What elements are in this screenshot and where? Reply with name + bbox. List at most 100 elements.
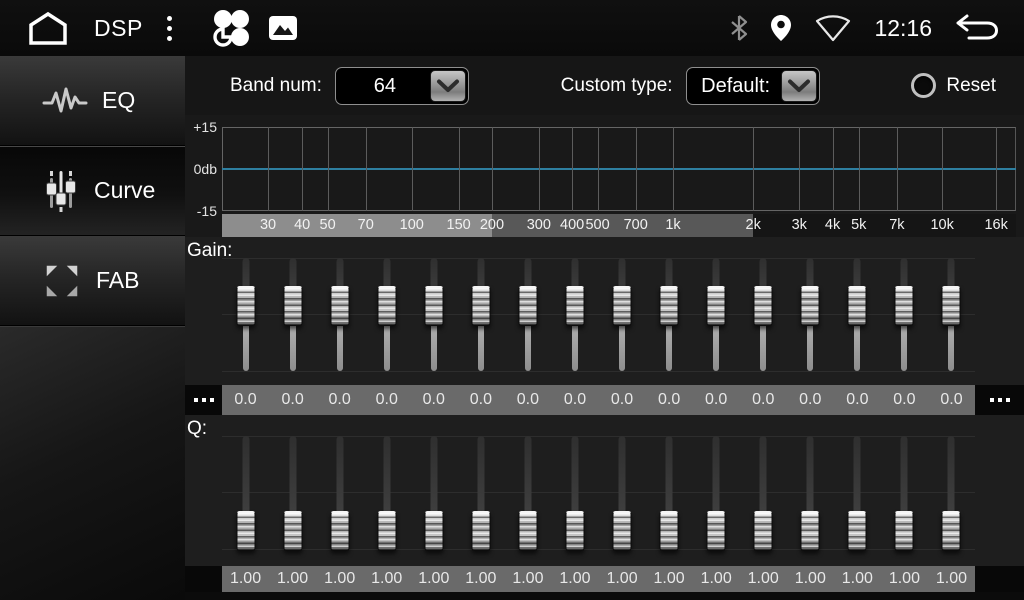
slider-thumb[interactable] <box>613 286 632 326</box>
slider-thumb[interactable] <box>613 511 632 551</box>
q-slider[interactable] <box>269 415 316 566</box>
grid-line <box>859 127 860 211</box>
slider-thumb[interactable] <box>801 511 820 551</box>
gain-more-left-button[interactable] <box>185 385 222 415</box>
gain-slider[interactable] <box>928 237 975 385</box>
q-slider[interactable] <box>316 415 363 566</box>
gain-values-row: 0.00.00.00.00.00.00.00.00.00.00.00.00.00… <box>185 385 1024 415</box>
bottom-edge <box>185 592 1024 600</box>
q-slider[interactable] <box>551 415 598 566</box>
gain-value: 0.0 <box>316 391 363 409</box>
sidebar-item-label: FAB <box>96 267 139 294</box>
slider-thumb[interactable] <box>848 511 867 551</box>
q-slider[interactable] <box>363 415 410 566</box>
slider-thumb[interactable] <box>377 286 396 326</box>
eq-plot[interactable]: 304050701001502003004005007001k2k3k4k5k7… <box>222 115 1016 237</box>
slider-thumb[interactable] <box>565 286 584 326</box>
freq-tick-label: 70 <box>358 214 374 237</box>
slider-thumb[interactable] <box>424 511 443 551</box>
slider-thumb[interactable] <box>330 511 349 551</box>
q-slider[interactable] <box>410 415 457 566</box>
slider-thumb[interactable] <box>707 286 726 326</box>
grid-line <box>492 127 493 211</box>
back-icon[interactable] <box>954 13 1000 43</box>
slider-thumb[interactable] <box>895 511 914 551</box>
gain-slider[interactable] <box>881 237 928 385</box>
sidebar-item-curve[interactable]: Curve <box>0 146 185 236</box>
gain-slider[interactable] <box>222 237 269 385</box>
db-axis-label: 0db <box>194 161 217 177</box>
gain-slider[interactable] <box>363 237 410 385</box>
gain-slider[interactable] <box>599 237 646 385</box>
home-icon[interactable] <box>24 9 72 47</box>
chevron-down-icon[interactable] <box>781 70 817 102</box>
gain-more-right-button[interactable] <box>975 385 1024 415</box>
grid-line <box>636 127 637 211</box>
gain-slider[interactable] <box>646 237 693 385</box>
gain-value: 0.0 <box>834 391 881 409</box>
slider-thumb[interactable] <box>942 511 961 551</box>
slider-thumb[interactable] <box>518 511 537 551</box>
gallery-icon[interactable] <box>268 15 298 41</box>
slider-thumb[interactable] <box>471 511 490 551</box>
gain-slider[interactable] <box>504 237 551 385</box>
custom-type-label: Custom type: <box>561 75 673 97</box>
q-slider[interactable] <box>457 415 504 566</box>
gain-slider[interactable] <box>457 237 504 385</box>
gain-slider[interactable] <box>551 237 598 385</box>
slider-thumb[interactable] <box>942 286 961 326</box>
slider-thumb[interactable] <box>707 511 726 551</box>
band-num-value: 64 <box>342 68 428 104</box>
q-slider[interactable] <box>834 415 881 566</box>
reset-control[interactable]: Reset <box>911 73 996 98</box>
slider-thumb[interactable] <box>330 286 349 326</box>
reset-label: Reset <box>946 75 996 97</box>
gain-slider[interactable] <box>834 237 881 385</box>
q-slider[interactable] <box>928 415 975 566</box>
chevron-down-icon[interactable] <box>430 70 466 102</box>
q-slider[interactable] <box>787 415 834 566</box>
gain-slider[interactable] <box>316 237 363 385</box>
band-num-select[interactable]: 64 <box>335 67 469 105</box>
slider-thumb[interactable] <box>754 286 773 326</box>
slider-thumb[interactable] <box>283 286 302 326</box>
gain-slider[interactable] <box>410 237 457 385</box>
sidebar-item-eq[interactable]: EQ <box>0 56 185 146</box>
gain-slider[interactable] <box>740 237 787 385</box>
status-bar: DSP <box>0 0 1024 56</box>
q-slider[interactable] <box>222 415 269 566</box>
q-section: Q: <box>185 415 1024 566</box>
sidebar-item-label: Curve <box>94 177 155 204</box>
q-slider[interactable] <box>646 415 693 566</box>
gain-slider[interactable] <box>787 237 834 385</box>
menu-dots-icon[interactable] <box>163 12 176 45</box>
apps-clover-icon[interactable] <box>210 7 252 49</box>
slider-thumb[interactable] <box>377 511 396 551</box>
slider-thumb[interactable] <box>236 286 255 326</box>
freq-tick-label: 7k <box>889 214 904 237</box>
slider-thumb[interactable] <box>754 511 773 551</box>
slider-thumb[interactable] <box>424 286 443 326</box>
slider-thumb[interactable] <box>801 286 820 326</box>
q-slider[interactable] <box>504 415 551 566</box>
q-slider[interactable] <box>599 415 646 566</box>
q-value: 1.00 <box>740 570 787 588</box>
slider-thumb[interactable] <box>660 511 679 551</box>
gain-value: 0.0 <box>740 391 787 409</box>
slider-thumb[interactable] <box>565 511 584 551</box>
gain-slider[interactable] <box>269 237 316 385</box>
custom-type-select[interactable]: Default: <box>686 67 820 105</box>
slider-thumb[interactable] <box>471 286 490 326</box>
slider-thumb[interactable] <box>236 511 255 551</box>
q-slider[interactable] <box>693 415 740 566</box>
slider-thumb[interactable] <box>660 286 679 326</box>
q-slider[interactable] <box>881 415 928 566</box>
sidebar-item-fab[interactable]: FAB <box>0 236 185 326</box>
q-slider[interactable] <box>740 415 787 566</box>
gain-slider[interactable] <box>693 237 740 385</box>
reset-radio[interactable] <box>911 73 936 98</box>
slider-thumb[interactable] <box>848 286 867 326</box>
slider-thumb[interactable] <box>895 286 914 326</box>
slider-thumb[interactable] <box>283 511 302 551</box>
slider-thumb[interactable] <box>518 286 537 326</box>
